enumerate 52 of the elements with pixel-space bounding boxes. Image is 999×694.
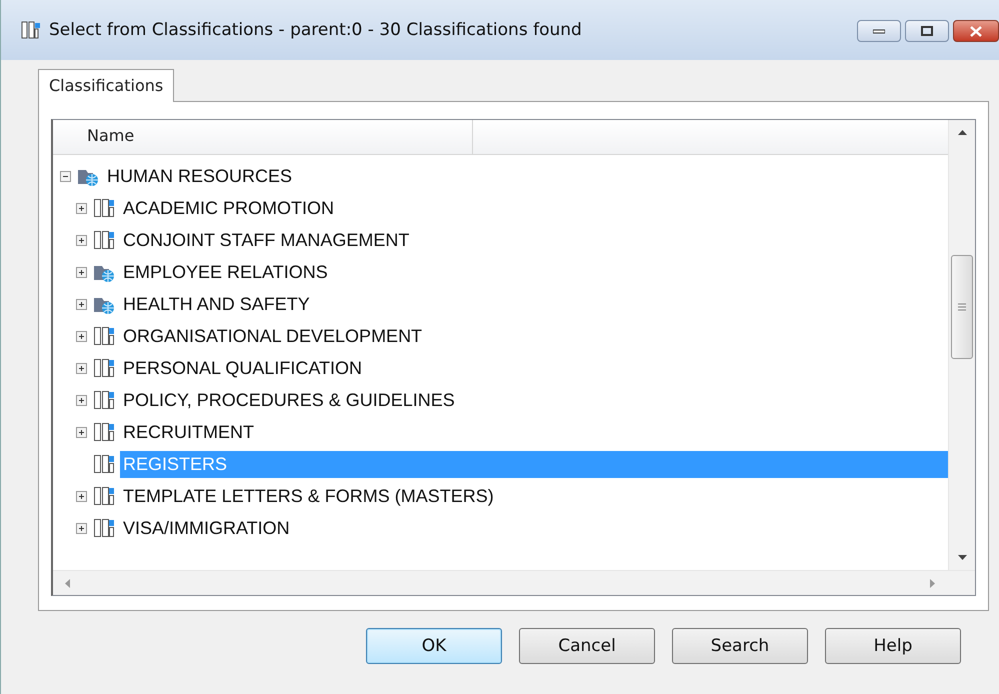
tree-item[interactable]: POLICY, PROCEDURES & GUIDELINES	[120, 386, 458, 414]
tree-item[interactable]: PERSONAL QUALIFICATION	[120, 354, 366, 382]
dialog-button[interactable]: Help	[825, 628, 961, 664]
scroll-left-icon	[65, 578, 70, 588]
binder-icon	[21, 20, 41, 40]
vertical-scrollbar[interactable]	[948, 120, 975, 570]
binder-icon	[93, 325, 115, 347]
expand-icon[interactable]	[76, 426, 87, 438]
expand-icon[interactable]	[76, 202, 87, 214]
expand-icon[interactable]	[76, 490, 87, 502]
expand-icon[interactable]	[76, 394, 87, 406]
tree-item[interactable]: HEALTH AND SAFETY	[120, 290, 313, 318]
binder-icon	[93, 389, 115, 411]
expand-icon[interactable]	[76, 298, 87, 310]
maximize-button[interactable]	[905, 20, 949, 42]
binder-icon	[93, 357, 115, 379]
binder-icon	[93, 517, 115, 539]
dialog-button[interactable]: Cancel	[519, 628, 655, 664]
tab[interactable]: Classifications	[38, 69, 174, 102]
grip-icon	[958, 303, 966, 311]
expand-icon[interactable]	[76, 362, 87, 374]
scroll-up-icon	[958, 130, 966, 135]
scroll-down-icon	[958, 555, 966, 560]
scroll-right-icon	[930, 578, 935, 588]
tree-item[interactable]: ACADEMIC PROMOTION	[120, 194, 338, 222]
tree-item[interactable]: VISA/IMMIGRATION	[120, 514, 293, 542]
dialog-button[interactable]: Search	[672, 628, 808, 664]
tree-item[interactable]: HUMAN RESOURCES	[104, 162, 296, 190]
expand-icon[interactable]	[76, 234, 87, 246]
close-icon	[970, 26, 982, 36]
binder-icon	[93, 421, 115, 443]
scrollbar-thumb[interactable]	[951, 255, 973, 359]
close-button[interactable]	[953, 20, 999, 42]
window-title: Select from Classifications - parent:0 - 30 Classifications found	[49, 20, 583, 40]
tree-item[interactable]: CONJOINT STAFF MANAGEMENT	[120, 226, 412, 254]
binder-icon	[93, 485, 115, 507]
tree-item[interactable]: EMPLOYEE RELATIONS	[120, 258, 331, 286]
minimize-icon	[873, 28, 885, 34]
expand-icon[interactable]	[76, 522, 87, 534]
expand-icon[interactable]	[76, 330, 87, 342]
tree-item[interactable]: RECRUITMENT	[120, 418, 257, 446]
tree-item[interactable]: ORGANISATIONAL DEVELOPMENT	[120, 322, 426, 350]
minimize-button[interactable]	[857, 20, 901, 42]
maximize-icon	[921, 26, 933, 36]
horizontal-scrollbar[interactable]	[53, 570, 975, 595]
collapse-icon[interactable]	[60, 170, 71, 182]
binder-icon	[93, 229, 115, 251]
binder-icon	[93, 453, 115, 475]
binder-icon	[93, 197, 115, 219]
tree-item[interactable]: TEMPLATE LETTERS & FORMS (MASTERS)	[120, 482, 497, 510]
expand-icon[interactable]	[76, 266, 87, 278]
dialog-button[interactable]: OK	[366, 628, 502, 664]
